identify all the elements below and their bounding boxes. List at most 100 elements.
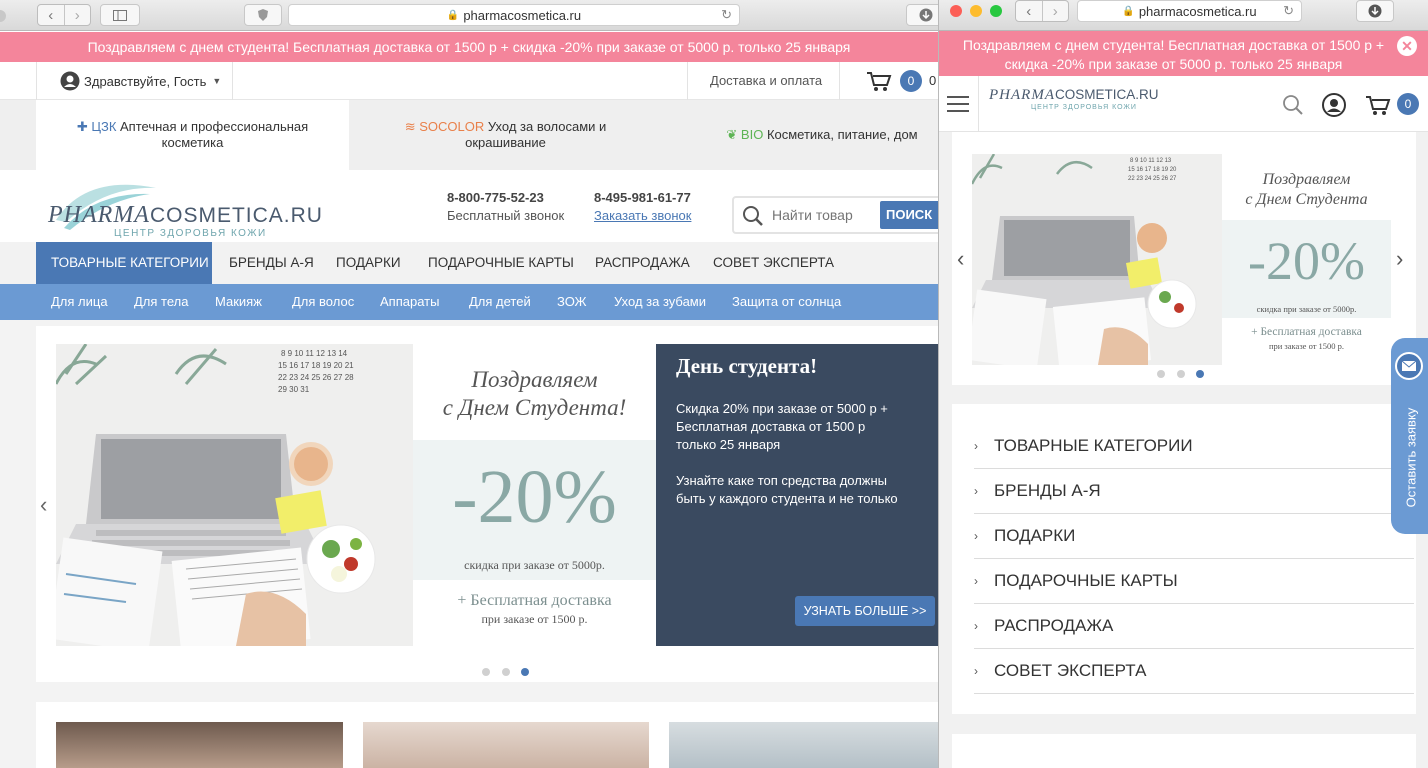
- utility-bar: Здравствуйте, Гость ▼ Доставка и оплата …: [0, 62, 938, 100]
- browser-toolbar: ‹ › 🔒 pharmacosmetica.ru ↻: [0, 0, 938, 31]
- zoom-window-icon[interactable]: [990, 5, 1002, 17]
- learn-more-button[interactable]: УЗНАТЬ БОЛЬШЕ >>: [795, 596, 935, 626]
- download-icon[interactable]: [906, 4, 938, 26]
- user-menu[interactable]: Здравствуйте, Гость ▼: [60, 71, 221, 91]
- submenu-item[interactable]: Для лица: [51, 283, 108, 321]
- search-button[interactable]: ПОИСК: [880, 201, 938, 229]
- sidebar-toggle-icon[interactable]: [100, 4, 140, 26]
- cart-icon[interactable]: [866, 70, 892, 92]
- slider-next-icon[interactable]: ›: [1396, 246, 1403, 272]
- submenu-item[interactable]: Макияж: [215, 283, 262, 321]
- address-bar[interactable]: 🔒 pharmacosmetica.ru ↻: [1077, 0, 1302, 22]
- division-tab-socolor[interactable]: ≋ SOCOLOR Уход за волосами и окрашивание: [349, 100, 662, 170]
- category-tiles: [36, 702, 938, 768]
- side-tab-label: Оставить заявку: [1403, 407, 1419, 508]
- category-tile-image[interactable]: [669, 722, 938, 768]
- hero-slider: ‹ › 8 9 10 11 12 13 15 16 17 18 19 20 22 2…: [952, 132, 1416, 385]
- category-tile-image[interactable]: [363, 722, 649, 768]
- promo-line2: с Днем Студента: [1245, 191, 1368, 208]
- search-input[interactable]: [772, 204, 872, 226]
- category-tile-image[interactable]: [56, 722, 343, 768]
- submenu-item[interactable]: ЗОЖ: [557, 283, 587, 321]
- slider-dot[interactable]: [1157, 370, 1165, 378]
- back-arrow-icon[interactable]: ‹: [38, 5, 65, 25]
- slider-dot[interactable]: [1177, 370, 1185, 378]
- address-bar[interactable]: 🔒 pharmacosmetica.ru ↻: [288, 4, 740, 26]
- forward-arrow-icon[interactable]: ›: [65, 5, 91, 25]
- forward-arrow-icon[interactable]: ›: [1043, 1, 1069, 21]
- menu-item-gift-cards[interactable]: ПОДАРОЧНЫЕ КАРТЫ: [428, 242, 574, 284]
- division-tab-czk[interactable]: ✚ ЦЗК Аптечная и профессиональная космет…: [36, 100, 349, 170]
- content-area: ‹ 8 9 10 11 12 13 14 15 16 17 18 19 20 21…: [0, 320, 938, 768]
- menu-item-sale[interactable]: РАСПРОДАЖА: [595, 242, 690, 284]
- submenu-item[interactable]: Защита от солнца: [732, 283, 841, 321]
- nav-item-categories[interactable]: › ТОВАРНЫЕ КАТЕГОРИИ: [974, 424, 1414, 469]
- chevron-right-icon: ›: [974, 619, 978, 633]
- slider-dot[interactable]: [502, 668, 510, 676]
- division-tab-bio[interactable]: ❦ BIO Косметика, питание, дом: [662, 100, 938, 170]
- menu-item-brands[interactable]: БРЕНДЫ А-Я: [229, 242, 314, 284]
- search-box: ПОИСК: [732, 196, 938, 234]
- minimize-window-icon[interactable]: [970, 5, 982, 17]
- nav-item-expert[interactable]: › СОВЕТ ЭКСПЕРТА: [974, 649, 1414, 694]
- nav-label: СОВЕТ ЭКСПЕРТА: [994, 661, 1147, 680]
- reload-icon[interactable]: ↻: [721, 7, 732, 23]
- nav-label: ПОДАРКИ: [994, 526, 1076, 545]
- submenu-item[interactable]: Для детей: [469, 283, 531, 321]
- submenu-item[interactable]: Для тела: [134, 283, 188, 321]
- promo-banner: Поздравляем с днем студента! Бесплатная …: [0, 32, 938, 62]
- logo-rest: COSMETICA.RU: [149, 204, 323, 227]
- nav-item-gift-cards[interactable]: › ПОДАРОЧНЫЕ КАРТЫ: [974, 559, 1414, 604]
- hero-photo: 8 9 10 11 12 13 14 15 16 17 18 19 20 21 22…: [56, 344, 413, 646]
- menu-item-categories[interactable]: ТОВАРНЫЕ КАТЕГОРИИ: [51, 242, 209, 284]
- svg-text:29 30 31: 29 30 31: [278, 385, 310, 394]
- mobile-header: PHARMACOSMETICA.RU ЦЕНТР ЗДОРОВЬЯ КОЖИ 0: [939, 76, 1428, 132]
- nav-item-gifts[interactable]: › ПОДАРКИ: [974, 514, 1414, 559]
- callback-link[interactable]: Заказать звонок: [594, 208, 691, 223]
- nav-item-sale[interactable]: › РАСПРОДАЖА: [974, 604, 1414, 649]
- svg-text:15 16 17 18 19 20 21: 15 16 17 18 19 20 21: [278, 361, 354, 370]
- reload-icon[interactable]: ↻: [1283, 3, 1294, 19]
- submenu-item[interactable]: Для волос: [292, 283, 354, 321]
- search-icon[interactable]: [1282, 94, 1304, 116]
- leave-request-tab[interactable]: Оставить заявку: [1391, 338, 1428, 534]
- shield-icon[interactable]: [244, 4, 282, 26]
- svg-text:8 9 10 11 12 13: 8 9 10 11 12 13: [1130, 158, 1172, 164]
- slider-dot[interactable]: [482, 668, 490, 676]
- address-url: pharmacosmetica.ru: [1138, 3, 1257, 19]
- chevron-right-icon: ›: [974, 574, 978, 588]
- site-header: PHARMACOSMETICA.RU ЦЕНТР ЗДОРОВЬЯ КОЖИ 8…: [0, 170, 938, 242]
- delivery-note: при заказе от 1500 р.: [481, 612, 588, 626]
- cross-icon: ✚: [76, 119, 88, 134]
- address-url: pharmacosmetica.ru: [463, 7, 582, 23]
- site-logo[interactable]: PHARMACOSMETICA.RU ЦЕНТР ЗДОРОВЬЯ КОЖИ: [46, 178, 356, 239]
- back-arrow-icon[interactable]: ‹: [1016, 1, 1043, 21]
- menu-item-expert[interactable]: СОВЕТ ЭКСПЕРТА: [713, 242, 834, 284]
- submenu-item[interactable]: Уход за зубами: [614, 283, 706, 321]
- download-icon[interactable]: [1356, 0, 1394, 22]
- cart-count-badge: 0: [900, 70, 922, 92]
- phone-free[interactable]: 8-800-775-52-23: [447, 190, 544, 205]
- menu-icon[interactable]: [947, 96, 969, 112]
- close-window-icon[interactable]: [950, 5, 962, 17]
- panel-text-2: Узнайте каке топ средства должны быть у …: [676, 473, 898, 506]
- site-logo[interactable]: PHARMACOSMETICA.RU ЦЕНТР ЗДОРОВЬЯ КОЖИ: [989, 86, 1159, 111]
- cart-sum: 0: [929, 73, 937, 88]
- delivery-link[interactable]: Доставка и оплата: [710, 73, 822, 88]
- menu-item-gifts[interactable]: ПОДАРКИ: [336, 242, 401, 284]
- submenu-item[interactable]: Аппараты: [380, 283, 439, 321]
- close-promo-icon[interactable]: ✕: [1397, 36, 1417, 56]
- division-brand: BIO: [740, 127, 764, 142]
- nav-label: РАСПРОДАЖА: [994, 616, 1114, 635]
- slider-dot-active[interactable]: [521, 668, 529, 676]
- slider-prev-icon[interactable]: ‹: [957, 246, 964, 272]
- discount-value: -20%: [1248, 231, 1365, 291]
- svg-text:15 16 17 18 19 20: 15 16 17 18 19 20: [1128, 167, 1177, 173]
- division-tabs: ✚ ЦЗК Аптечная и профессиональная космет…: [0, 100, 938, 170]
- nav-item-brands[interactable]: › БРЕНДЫ А-Я: [974, 469, 1414, 514]
- slider-dot-active[interactable]: [1196, 370, 1204, 378]
- slider-prev-icon[interactable]: ‹: [40, 492, 47, 518]
- phone-moscow[interactable]: 8-495-981-61-77: [594, 190, 691, 205]
- cart-icon[interactable]: [1365, 94, 1391, 116]
- user-icon[interactable]: [1322, 93, 1346, 117]
